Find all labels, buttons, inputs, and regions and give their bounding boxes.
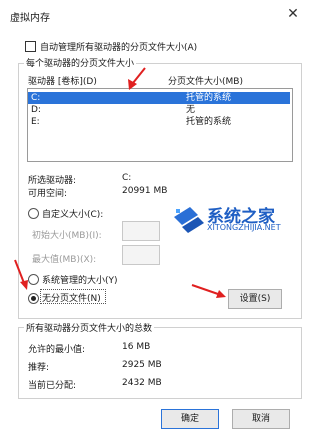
arrow-to-no-paging — [14, 259, 28, 290]
arrow-to-set-button — [191, 284, 226, 298]
watermark-logo-icon — [174, 207, 204, 233]
arrow-to-listbox — [128, 67, 146, 90]
watermark-url: XITONGZHIJIA.NET — [207, 223, 281, 232]
